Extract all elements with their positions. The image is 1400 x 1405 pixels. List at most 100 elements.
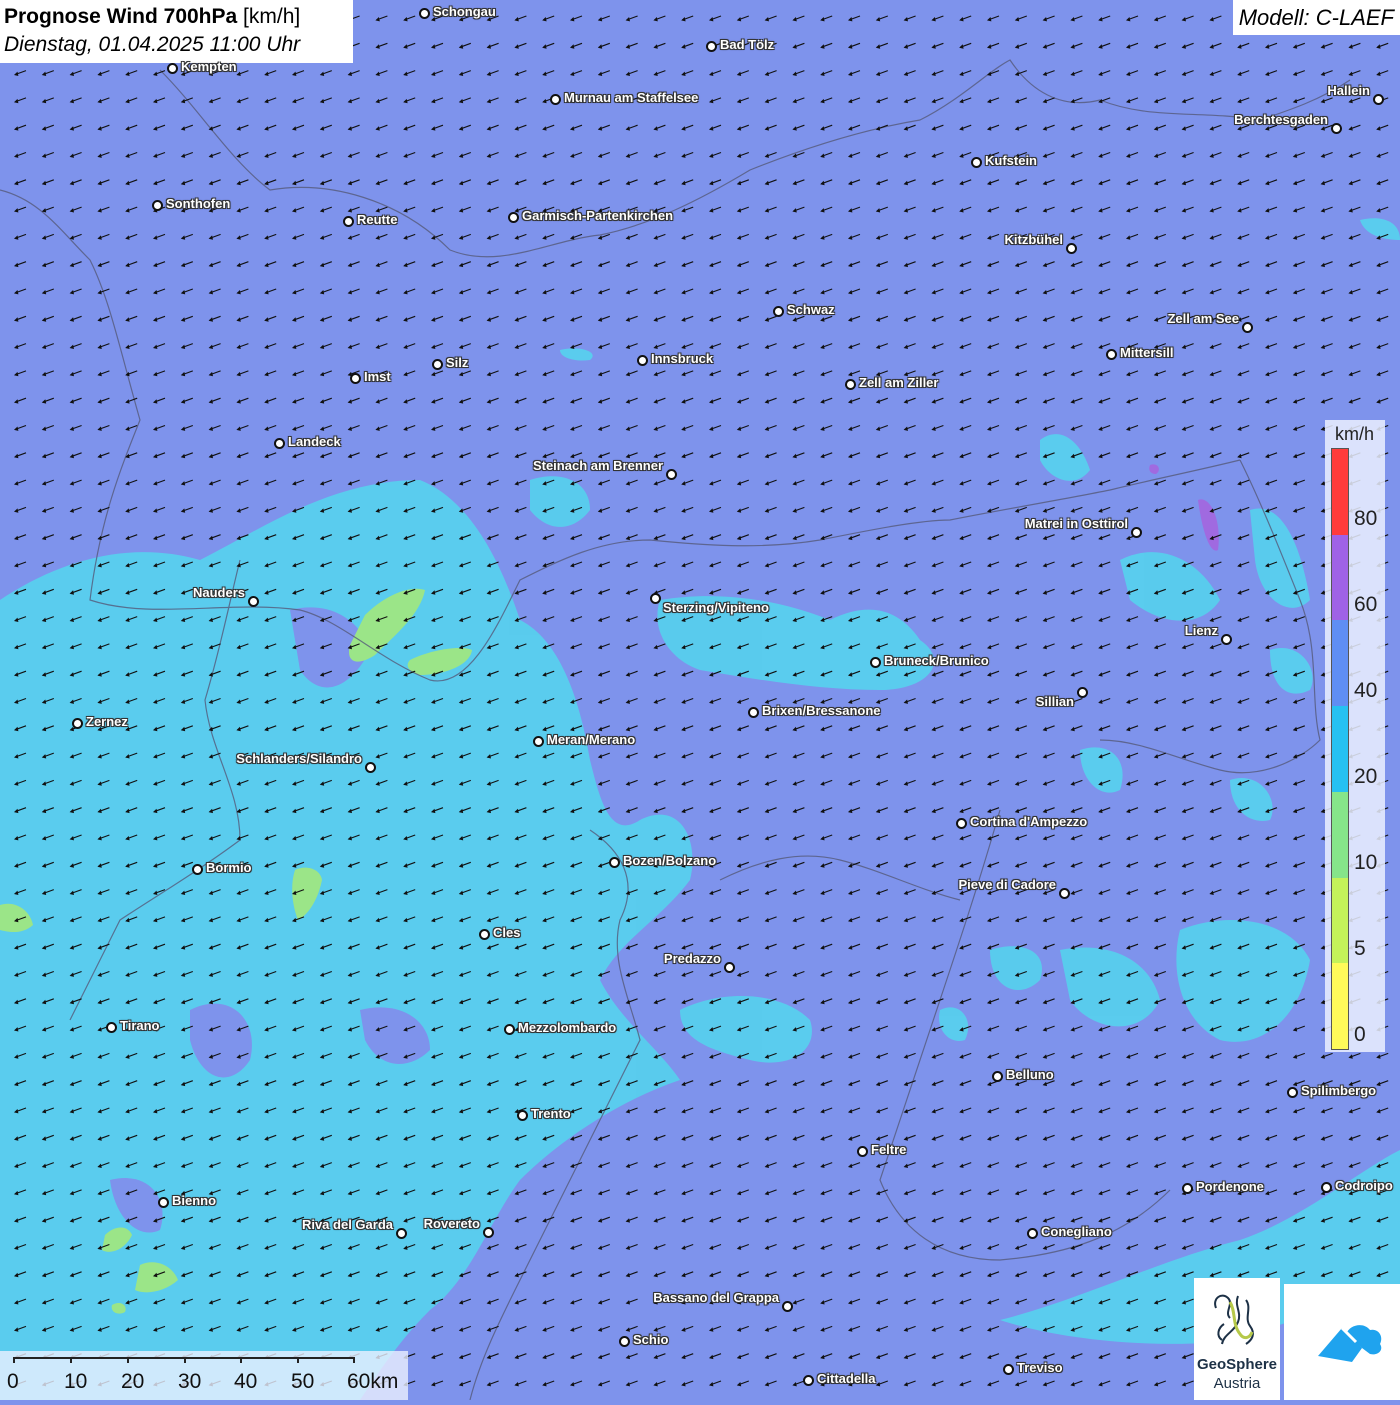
- city-label: Imst: [364, 369, 391, 384]
- legend-label: 20: [1354, 765, 1377, 789]
- city-label: Rovereto: [424, 1216, 480, 1231]
- city-marker: [992, 1071, 1003, 1082]
- legend-label: 10: [1354, 851, 1377, 875]
- city-label: Cittadella: [817, 1371, 876, 1386]
- city-label: Murnau am Staffelsee: [564, 90, 698, 105]
- city-marker: [106, 1022, 117, 1033]
- city-marker: [1287, 1087, 1298, 1098]
- city-marker: [609, 857, 620, 868]
- legend-label: 40: [1354, 679, 1377, 703]
- city-label: Pordenone: [1196, 1179, 1264, 1194]
- city-marker: [192, 864, 203, 875]
- city-label: Spilimbergo: [1301, 1083, 1376, 1098]
- city-label: Schlanders/Silandro: [236, 751, 362, 766]
- city-label: Mezzolombardo: [518, 1020, 616, 1035]
- legend-swatch: [1332, 620, 1348, 706]
- city-marker: [365, 762, 376, 773]
- city-label: Kempten: [181, 59, 237, 74]
- city-label: Bruneck/Brunico: [884, 653, 989, 668]
- city-marker: [724, 962, 735, 973]
- city-label: Steinach am Brenner: [533, 458, 663, 473]
- scale-tick: [297, 1357, 299, 1363]
- city-marker: [158, 1197, 169, 1208]
- legend-swatch: [1332, 792, 1348, 878]
- city-marker: [248, 596, 259, 607]
- legend-label: 5: [1354, 937, 1366, 961]
- city-marker: [167, 63, 178, 74]
- scale-label: 20: [121, 1370, 144, 1394]
- map-subtitle: Dienstag, 01.04.2025 11:00 Uhr: [4, 31, 349, 59]
- city-marker: [419, 8, 430, 19]
- city-marker: [971, 157, 982, 168]
- city-marker: [845, 379, 856, 390]
- city-marker: [782, 1301, 793, 1312]
- geosphere-name: GeoSphere: [1194, 1356, 1280, 1373]
- city-marker: [706, 41, 717, 52]
- city-marker: [870, 657, 881, 668]
- city-label: Schwaz: [787, 302, 835, 317]
- city-marker: [1331, 123, 1342, 134]
- city-label: Nauders: [193, 585, 245, 600]
- legend-color-bar: [1331, 448, 1349, 1050]
- city-label: Sterzing/Vipiteno: [663, 600, 769, 615]
- city-marker: [773, 306, 784, 317]
- city-marker: [1373, 94, 1384, 105]
- city-marker: [396, 1228, 407, 1239]
- city-marker: [956, 818, 967, 829]
- city-label: Silz: [446, 355, 468, 370]
- geosphere-logo: GeoSphere Austria: [1194, 1278, 1280, 1400]
- geosphere-logo-icon: [1194, 1278, 1280, 1358]
- scale-label: 50: [291, 1370, 314, 1394]
- city-marker: [274, 438, 285, 449]
- city-label: Meran/Merano: [547, 732, 635, 747]
- city-label: Bassano del Grappa: [653, 1290, 779, 1305]
- city-label: Brixen/Bressanone: [762, 703, 881, 718]
- model-label: Modell: C-LAEF: [1233, 0, 1400, 35]
- city-marker: [748, 707, 759, 718]
- city-label: Bozen/Bolzano: [623, 853, 716, 868]
- city-label: Bad Tölz: [720, 37, 774, 52]
- city-marker: [483, 1227, 494, 1238]
- city-label: Pieve di Cadore: [958, 877, 1056, 892]
- city-marker: [550, 94, 561, 105]
- city-marker: [533, 736, 544, 747]
- scale-label: 60km: [347, 1370, 398, 1394]
- scale-tick: [127, 1357, 129, 1363]
- scale-tick: [70, 1357, 72, 1363]
- city-marker: [1027, 1228, 1038, 1239]
- legend: km/h 806040201050: [1325, 420, 1385, 1052]
- city-marker: [508, 212, 519, 223]
- city-label: Bormio: [206, 860, 252, 875]
- city-label: Codroipo: [1335, 1178, 1393, 1193]
- scale-label: 0: [7, 1370, 19, 1394]
- legend-swatch: [1332, 963, 1348, 1049]
- city-marker: [650, 593, 661, 604]
- city-label: Bienno: [172, 1193, 216, 1208]
- city-label: Riva del Garda: [302, 1217, 393, 1232]
- weather-app-logo: [1284, 1284, 1400, 1400]
- geosphere-country: Austria: [1194, 1375, 1280, 1392]
- scale-tick: [240, 1357, 242, 1363]
- city-marker: [1242, 322, 1253, 333]
- scale-label: 10: [64, 1370, 87, 1394]
- city-marker: [1106, 349, 1117, 360]
- scale-tick: [353, 1357, 355, 1363]
- city-label: Sillian: [1036, 694, 1074, 709]
- city-marker: [343, 216, 354, 227]
- city-label: Mittersill: [1120, 345, 1173, 360]
- legend-label: 60: [1354, 593, 1377, 617]
- city-label: Landeck: [288, 434, 341, 449]
- city-label: Garmisch-Partenkirchen: [522, 208, 673, 223]
- city-marker: [666, 469, 677, 480]
- city-label: Feltre: [871, 1142, 906, 1157]
- city-label: Belluno: [1006, 1067, 1054, 1082]
- legend-label: 0: [1354, 1023, 1366, 1047]
- city-marker: [1321, 1182, 1332, 1193]
- city-label: Reutte: [357, 212, 397, 227]
- legend-label: 80: [1354, 507, 1377, 531]
- city-label: Matrei in Osttirol: [1025, 516, 1128, 531]
- city-marker: [1077, 687, 1088, 698]
- city-marker: [350, 373, 361, 384]
- city-label: Zell am Ziller: [859, 375, 938, 390]
- city-label: Zernez: [86, 714, 128, 729]
